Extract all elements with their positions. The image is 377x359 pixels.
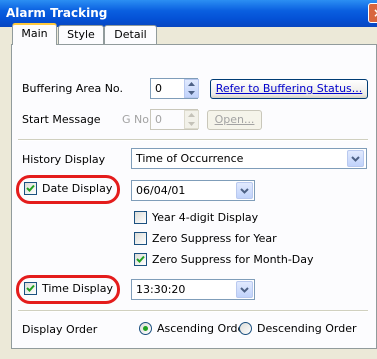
check-icon <box>136 255 145 263</box>
spin-up-icon[interactable] <box>188 82 195 87</box>
date-display-checkbox[interactable] <box>24 182 37 195</box>
descending-order-label: Descending Order <box>257 322 357 335</box>
spin-up-icon[interactable] <box>188 113 195 118</box>
buffering-area-value: 0 <box>155 82 162 95</box>
tab-main[interactable]: Main <box>12 23 57 45</box>
time-format-dropdown-button[interactable] <box>236 281 253 298</box>
history-display-dropdown-button[interactable] <box>347 150 364 167</box>
display-order-label: Display Order <box>22 323 98 336</box>
start-message-label: Start Message <box>22 113 101 126</box>
zero-suppress-year-label: Zero Suppress for Year <box>152 232 277 245</box>
close-button[interactable]: × <box>368 3 377 23</box>
date-format-dropdown-button[interactable] <box>236 182 253 199</box>
zero-suppress-year-option[interactable]: Zero Suppress for Year <box>134 232 277 245</box>
zero-suppress-month-day-option[interactable]: Zero Suppress for Month-Day <box>134 253 314 266</box>
ascending-order-radio[interactable] <box>139 322 152 335</box>
date-display-checkbox-row[interactable]: Date Display <box>24 182 112 195</box>
refer-buffering-status-link: Refer to Buffering Status... <box>215 82 363 95</box>
zero-suppress-year-checkbox[interactable] <box>134 232 147 245</box>
window-title: Alarm Tracking <box>6 6 108 20</box>
separator <box>18 139 368 141</box>
time-display-checkbox[interactable] <box>24 282 37 295</box>
zero-suppress-month-day-label: Zero Suppress for Month-Day <box>152 253 314 266</box>
refer-buffering-status-button[interactable]: Refer to Buffering Status... <box>210 79 368 99</box>
date-format-value: 06/04/01 <box>136 184 186 197</box>
descending-order-radio[interactable] <box>239 322 252 335</box>
year-4digit-label: Year 4-digit Display <box>152 211 259 224</box>
time-display-label: Time Display <box>42 282 113 295</box>
check-icon <box>26 284 35 292</box>
open-button-label: Open... <box>214 113 255 126</box>
start-message-spinner[interactable] <box>184 110 199 129</box>
descending-order-option[interactable]: Descending Order <box>239 322 357 335</box>
tab-style[interactable]: Style <box>58 25 104 44</box>
year-4digit-option[interactable]: Year 4-digit Display <box>134 211 258 224</box>
history-display-select[interactable]: Time of Occurrence <box>131 148 367 169</box>
year-4digit-checkbox[interactable] <box>134 211 147 224</box>
buffering-area-spinner[interactable] <box>184 79 199 98</box>
check-icon <box>26 184 35 192</box>
chevron-down-icon <box>240 286 249 293</box>
separator <box>18 310 368 312</box>
spin-down-icon[interactable] <box>188 121 195 126</box>
gno-label: G No. <box>122 113 153 126</box>
start-message-gno-value: 0 <box>155 113 162 126</box>
tab-detail[interactable]: Detail <box>104 25 157 44</box>
ascending-order-option[interactable]: Ascending Order <box>139 322 249 335</box>
open-button[interactable]: Open... <box>207 110 262 130</box>
buffering-area-label: Buffering Area No. <box>22 82 123 95</box>
time-display-checkbox-row[interactable]: Time Display <box>24 282 113 295</box>
history-display-label: History Display <box>22 153 106 166</box>
zero-suppress-month-day-checkbox[interactable] <box>134 253 147 266</box>
spin-down-icon[interactable] <box>188 90 195 95</box>
date-display-label: Date Display <box>42 182 113 195</box>
ascending-order-label: Ascending Order <box>157 322 249 335</box>
history-display-value: Time of Occurrence <box>136 152 244 165</box>
time-format-value: 13:30:20 <box>136 283 186 296</box>
chevron-down-icon <box>351 155 360 162</box>
chevron-down-icon <box>240 187 249 194</box>
